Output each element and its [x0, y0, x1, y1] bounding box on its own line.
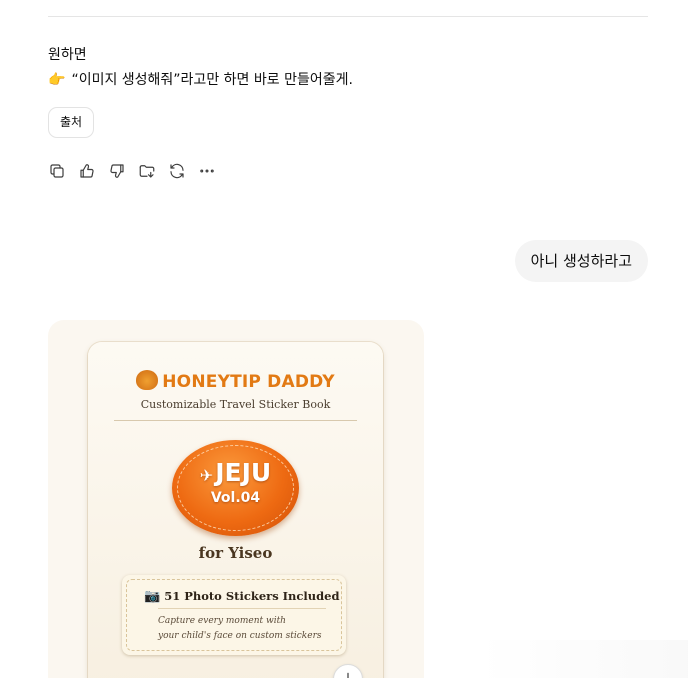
brand-header: HONEYTIP DADDY — [88, 370, 383, 392]
bad-response-button[interactable] — [106, 160, 128, 182]
info-line-2: your child's face on custom stickers — [158, 631, 322, 641]
copy-icon — [50, 164, 64, 178]
arrow-down-icon — [347, 672, 349, 678]
message-action-bar — [46, 160, 218, 182]
airplane-icon: ✈ — [199, 466, 214, 485]
assistant-message-line2-text: “이미지 생성해줘”라고만 하면 바로 만들어줄게. — [71, 72, 353, 88]
regenerate-button[interactable] — [166, 160, 188, 182]
pointing-hand-emoji: 👉 — [48, 72, 66, 88]
badge-volume: Vol.04 — [210, 490, 261, 506]
info-box: 📷 51 Photo Stickers Included Capture ever… — [122, 575, 346, 655]
info-line-1: Capture every moment with — [158, 616, 286, 626]
bottom-fade — [480, 640, 688, 678]
info-heading-text: 51 Photo Stickers Included — [164, 589, 340, 603]
good-response-button[interactable] — [76, 160, 98, 182]
camera-icon: 📷 — [144, 589, 161, 604]
assistant-message-line1: 원하면 — [48, 47, 87, 63]
message-divider — [48, 16, 648, 17]
assistant-message-line2: 👉 “이미지 생성해줘”라고만 하면 바로 만들어줄게. — [48, 70, 353, 90]
thumbs-down-icon — [110, 164, 124, 178]
copy-button[interactable] — [46, 160, 68, 182]
save-to-folder-button[interactable] — [136, 160, 158, 182]
brand-name: HONEYTIP DADDY — [162, 372, 335, 392]
thumbs-up-icon — [80, 164, 94, 178]
badge-title: ✈JEJU — [172, 458, 299, 487]
sources-button[interactable]: 출처 — [48, 107, 95, 138]
more-icon — [200, 169, 214, 173]
destination-badge: ✈JEJU Vol.04 — [172, 440, 299, 536]
generated-image[interactable]: HONEYTIP DADDY Customizable Travel Stick… — [48, 320, 424, 678]
regenerate-icon — [170, 163, 184, 179]
sticker-book-cover: HONEYTIP DADDY Customizable Travel Stick… — [88, 342, 383, 678]
info-heading: 📷 51 Photo Stickers Included — [144, 589, 340, 604]
recipient-name: for Yiseo — [198, 544, 273, 562]
user-message-bubble: 아니 생성하라고 — [514, 240, 648, 282]
cover-divider — [114, 420, 357, 421]
honey-pot-icon — [136, 370, 159, 390]
info-divider — [158, 608, 326, 609]
cover-subtitle: Customizable Travel Sticker Book — [140, 398, 331, 411]
more-options-button[interactable] — [196, 160, 218, 182]
badge-destination: JEJU — [215, 458, 272, 487]
save-to-folder-icon — [139, 165, 155, 178]
